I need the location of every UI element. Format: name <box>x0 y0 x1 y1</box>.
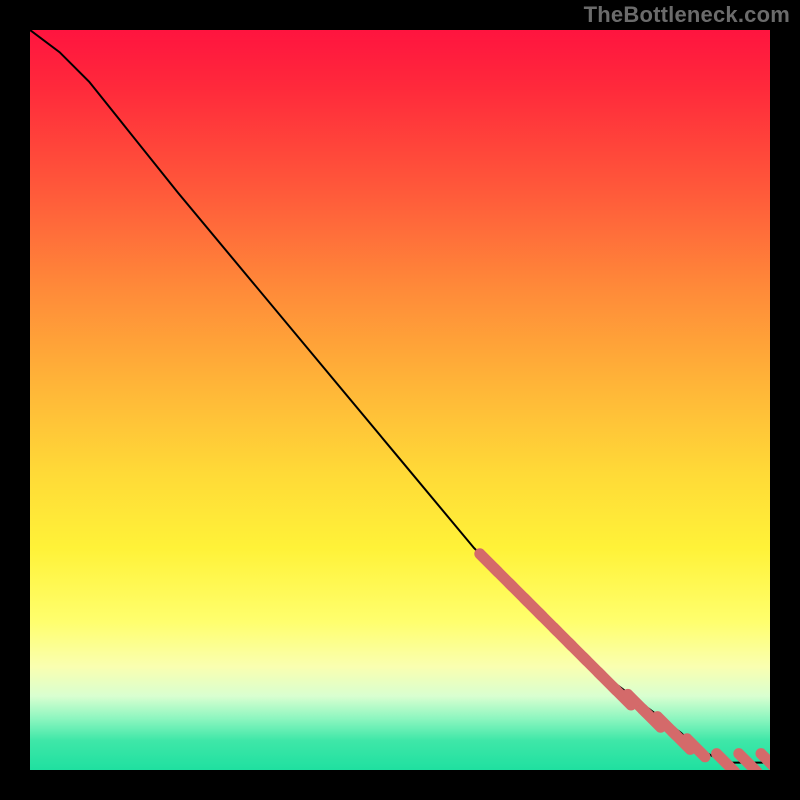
data-marker <box>717 754 735 770</box>
curve-line <box>30 30 770 763</box>
marker-group <box>480 554 770 770</box>
data-marker <box>761 754 770 770</box>
watermark-text: TheBottleneck.com <box>584 2 790 28</box>
chart-frame: TheBottleneck.com <box>0 0 800 800</box>
chart-svg <box>30 30 770 770</box>
data-marker <box>739 754 757 770</box>
